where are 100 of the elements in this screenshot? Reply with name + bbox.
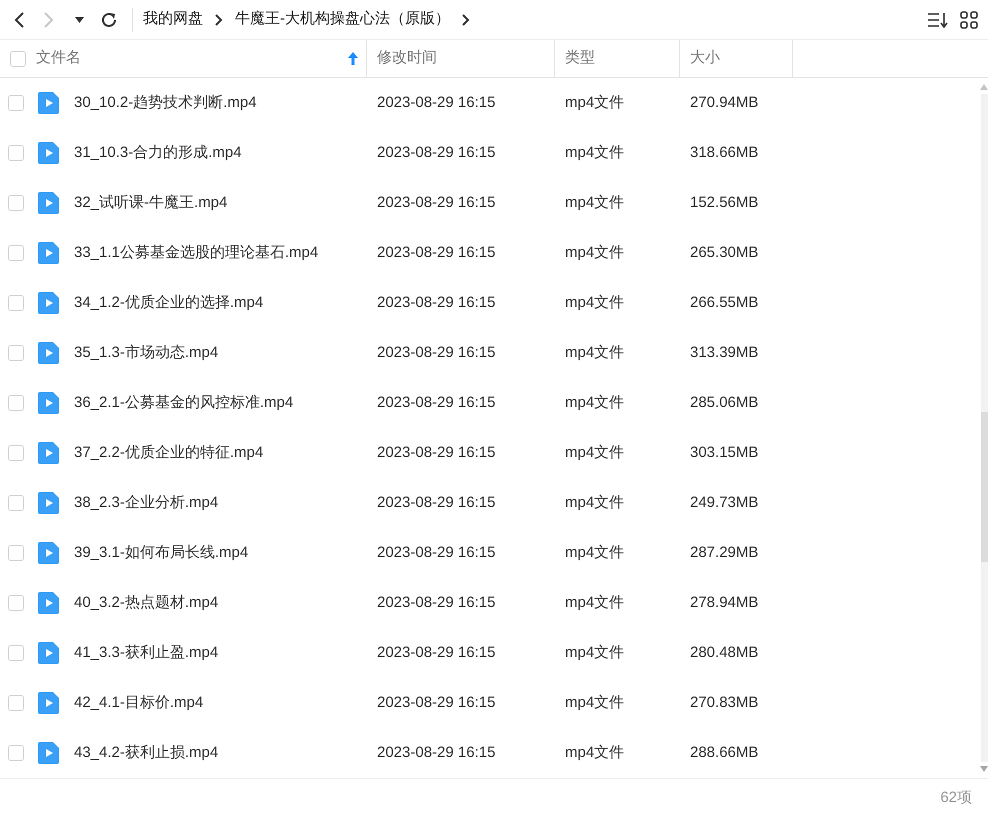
modified-time: 2023-08-29 16:15 [377, 144, 496, 161]
row-checkbox[interactable] [8, 495, 24, 511]
modified-time: 2023-08-29 16:15 [377, 644, 496, 661]
modified-time: 2023-08-29 16:15 [377, 394, 496, 411]
breadcrumb-link[interactable]: 我的网盘 [141, 8, 205, 31]
modified-time: 2023-08-29 16:15 [377, 744, 496, 761]
file-size: 288.66MB [690, 744, 758, 761]
scrollbar[interactable] [980, 82, 988, 774]
column-header[interactable]: 修改时间 [377, 47, 437, 70]
video-file-icon [38, 492, 59, 514]
file-type: mp4文件 [565, 594, 624, 611]
row-checkbox[interactable] [8, 445, 24, 461]
row-checkbox[interactable] [8, 245, 24, 261]
file-name[interactable]: 39_3.1-如何布局长线.mp4 [74, 542, 248, 564]
modified-time: 2023-08-29 16:15 [377, 444, 496, 461]
chevron-icon[interactable] [462, 14, 470, 26]
modified-time: 2023-08-29 16:15 [377, 94, 496, 111]
file-type: mp4文件 [565, 144, 624, 161]
row-checkbox[interactable] [8, 145, 24, 161]
file-size: 318.66MB [690, 144, 758, 161]
modified-time: 2023-08-29 16:15 [377, 294, 496, 311]
modified-time: 2023-08-29 16:15 [377, 244, 496, 261]
video-file-icon [38, 642, 59, 664]
row-checkbox[interactable] [8, 545, 24, 561]
row-checkbox[interactable] [8, 695, 24, 711]
row-checkbox[interactable] [8, 345, 24, 361]
video-file-icon [38, 342, 59, 364]
file-type: mp4文件 [565, 694, 624, 711]
video-file-icon [38, 542, 59, 564]
file-size: 270.83MB [690, 694, 758, 711]
file-type: mp4文件 [565, 344, 624, 361]
file-type: mp4文件 [565, 94, 624, 111]
modified-time: 2023-08-29 16:15 [377, 194, 496, 211]
file-name[interactable]: 31_10.3-合力的形成.mp4 [74, 142, 242, 164]
row-checkbox[interactable] [8, 295, 24, 311]
file-type: mp4文件 [565, 444, 624, 461]
file-size: 287.29MB [690, 544, 758, 561]
grid-view-button[interactable] [960, 10, 978, 28]
file-name[interactable]: 33_1.1公募基金选股的理论基石.mp4 [74, 242, 318, 264]
file-type: mp4文件 [565, 244, 624, 261]
file-size: 303.15MB [690, 444, 758, 461]
sort-button[interactable] [927, 10, 948, 28]
file-type: mp4文件 [565, 644, 624, 661]
file-name[interactable]: 38_2.3-企业分析.mp4 [74, 492, 218, 514]
modified-time: 2023-08-29 16:15 [377, 694, 496, 711]
video-file-icon [38, 242, 59, 264]
file-name[interactable]: 37_2.2-优质企业的特征.mp4 [74, 442, 264, 464]
file-size: 266.55MB [690, 294, 758, 311]
select-all-checkbox[interactable] [10, 50, 26, 66]
file-size: 249.73MB [690, 494, 758, 511]
modified-time: 2023-08-29 16:15 [377, 494, 496, 511]
file-size: 265.30MB [690, 244, 758, 261]
column-header[interactable]: 大小 [690, 47, 720, 70]
file-name[interactable]: 42_4.1-目标价.mp4 [74, 692, 204, 714]
file-size: 280.48MB [690, 644, 758, 661]
video-file-icon [38, 592, 59, 614]
column-header[interactable]: 文件名 [36, 47, 81, 70]
video-file-icon [38, 142, 59, 164]
refresh-icon [100, 10, 118, 28]
video-file-icon [38, 192, 59, 214]
file-name[interactable]: 36_2.1-公募基金的风控标准.mp4 [74, 392, 294, 414]
chevron-icon[interactable] [215, 14, 223, 26]
file-name[interactable]: 40_3.2-热点题材.mp4 [74, 592, 218, 614]
file-size: 313.39MB [690, 344, 758, 361]
modified-time: 2023-08-29 16:15 [377, 344, 496, 361]
row-checkbox[interactable] [8, 95, 24, 111]
modified-time: 2023-08-29 16:15 [377, 544, 496, 561]
row-checkbox[interactable] [8, 645, 24, 661]
file-size: 152.56MB [690, 194, 758, 211]
file-name[interactable]: 30_10.2-趋势技术判断.mp4 [74, 92, 257, 114]
item-count: 62项 [940, 788, 972, 808]
caret-icon [74, 16, 84, 22]
file-type: mp4文件 [565, 494, 624, 511]
file-name[interactable]: 35_1.3-市场动态.mp4 [74, 342, 218, 364]
file-name[interactable]: 41_3.3-获利止盈.mp4 [74, 642, 218, 664]
file-size: 278.94MB [690, 594, 758, 611]
video-file-icon [38, 692, 59, 714]
row-checkbox[interactable] [8, 745, 24, 761]
row-checkbox[interactable] [8, 595, 24, 611]
file-type: mp4文件 [565, 394, 624, 411]
row-checkbox[interactable] [8, 395, 24, 411]
video-file-icon [38, 442, 59, 464]
modified-time: 2023-08-29 16:15 [377, 594, 496, 611]
file-size: 270.94MB [690, 94, 758, 111]
row-checkbox[interactable] [8, 195, 24, 211]
file-type: mp4文件 [565, 294, 624, 311]
file-name[interactable]: 34_1.2-优质企业的选择.mp4 [74, 292, 264, 314]
video-file-icon [38, 742, 59, 764]
column-header[interactable]: 类型 [565, 47, 595, 70]
video-file-icon [38, 292, 59, 314]
file-name[interactable]: 32_试听课-牛魔王.mp4 [74, 192, 228, 214]
file-size: 285.06MB [690, 394, 758, 411]
file-name[interactable]: 43_4.2-获利止损.mp4 [74, 742, 218, 764]
video-file-icon [38, 92, 59, 114]
file-type: mp4文件 [565, 544, 624, 561]
chevron-icon [13, 10, 25, 28]
breadcrumb-link[interactable]: 牛魔王-大机构操盘心法（原版） [233, 8, 452, 31]
file-type: mp4文件 [565, 194, 624, 211]
file-type: mp4文件 [565, 744, 624, 761]
chevron-icon [43, 10, 55, 28]
